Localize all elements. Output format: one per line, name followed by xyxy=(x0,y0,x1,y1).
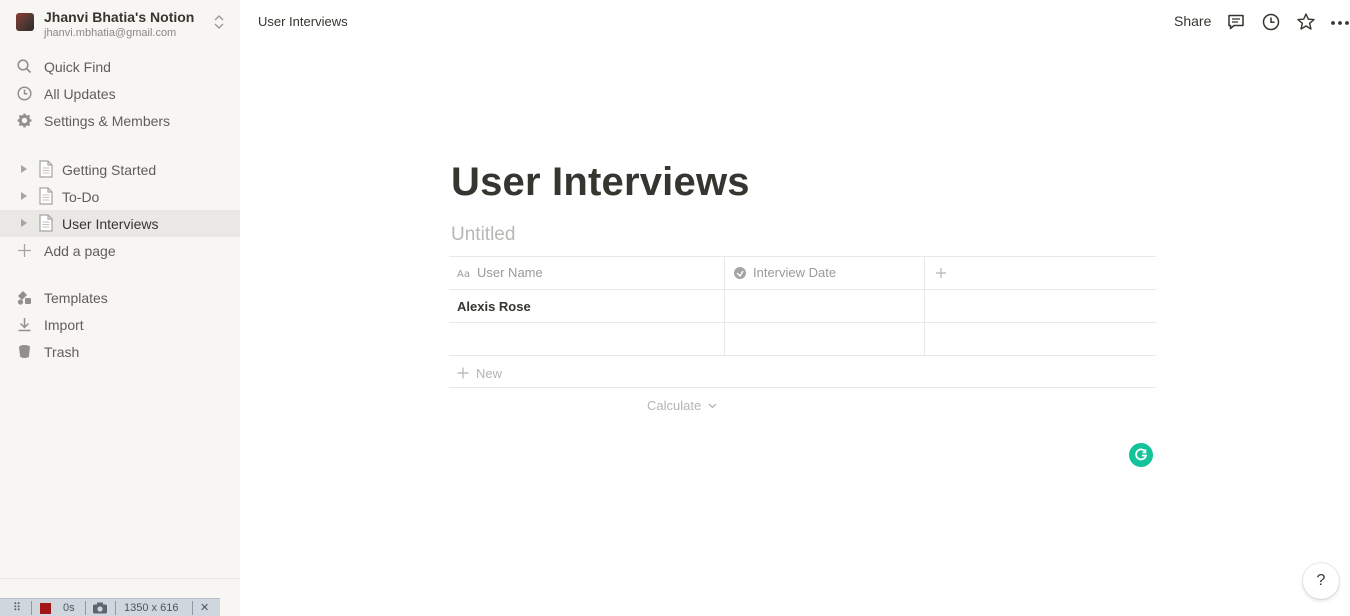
sidebar-item-quick-find[interactable]: Quick Find xyxy=(0,53,240,80)
add-property-plus-icon[interactable] xyxy=(934,266,948,280)
sidebar-item-label: Settings & Members xyxy=(44,113,171,129)
sidebar-item-label: Quick Find xyxy=(44,59,111,75)
caret-right-icon[interactable] xyxy=(19,218,29,228)
grammarly-g-icon xyxy=(1135,448,1148,461)
add-page-label: Add a page xyxy=(44,243,116,259)
close-icon[interactable]: ✕ xyxy=(200,601,209,614)
grammarly-button[interactable] xyxy=(1129,443,1153,467)
notion-app: Jhanvi Bhatia's Notion jhanvi.mbhatia@gm… xyxy=(0,0,1350,616)
new-row-label: New xyxy=(476,366,503,381)
sidebar-item-settings[interactable]: Settings & Members xyxy=(0,107,240,134)
workspace-email: jhanvi.mbhatia@gmail.com xyxy=(44,27,177,39)
divider xyxy=(449,322,1156,323)
svg-text:Aa: Aa xyxy=(457,269,470,280)
workspace-switcher[interactable]: Jhanvi Bhatia's Notion jhanvi.mbhatia@gm… xyxy=(0,0,240,44)
stop-record-icon[interactable] xyxy=(40,603,51,614)
divider xyxy=(85,601,86,615)
cell-user-name[interactable]: Alexis Rose xyxy=(457,299,531,314)
sidebar-item-label: Import xyxy=(44,317,84,333)
column-header-label: User Name xyxy=(477,265,543,280)
record-timer: 0s xyxy=(63,602,75,614)
screen-recorder-bar: ⠿ 0s 1350 x 616 ✕ xyxy=(0,598,220,616)
sidebar-divider xyxy=(0,578,240,579)
sidebar-page-getting-started[interactable]: Getting Started xyxy=(0,156,240,183)
sidebar-page-label: To-Do xyxy=(62,189,100,205)
divider xyxy=(115,601,116,615)
breadcrumb[interactable]: User Interviews xyxy=(258,14,348,29)
camera-icon[interactable] xyxy=(92,602,108,614)
sidebar-item-trash[interactable]: Trash xyxy=(0,338,240,365)
workspace-name: Jhanvi Bhatia's Notion xyxy=(44,9,195,25)
divider xyxy=(192,601,193,615)
search-icon xyxy=(17,59,32,74)
column-header-label: Interview Date xyxy=(753,265,837,280)
divider xyxy=(449,387,1156,388)
calculate-label: Calculate xyxy=(647,398,702,413)
sidebar-item-label: Trash xyxy=(44,344,80,360)
trash-icon xyxy=(19,345,30,358)
database-title[interactable]: Untitled xyxy=(451,224,515,246)
caret-right-icon[interactable] xyxy=(19,164,29,174)
divider xyxy=(924,256,925,355)
page-icon xyxy=(39,160,53,178)
history-clock-icon[interactable] xyxy=(1261,12,1281,32)
chevron-up-down-icon xyxy=(214,15,224,29)
share-button[interactable]: Share xyxy=(1174,13,1211,29)
text-property-icon: Aa xyxy=(457,269,470,280)
sidebar-page-label: User Interviews xyxy=(62,216,159,232)
date-property-icon xyxy=(734,267,746,279)
clock-icon xyxy=(17,86,32,101)
templates-icon xyxy=(17,291,31,305)
star-icon[interactable] xyxy=(1296,12,1316,32)
import-icon xyxy=(18,318,31,332)
plus-icon xyxy=(457,367,469,379)
gear-icon xyxy=(17,113,32,128)
calculate-button[interactable]: Calculate xyxy=(647,398,717,413)
sidebar-item-label: Templates xyxy=(44,290,108,306)
divider xyxy=(449,355,1156,356)
page-icon xyxy=(39,214,53,232)
add-page-button[interactable]: Add a page xyxy=(0,237,240,264)
sidebar-item-import[interactable]: Import xyxy=(0,311,240,338)
record-size: 1350 x 616 xyxy=(124,602,179,614)
divider xyxy=(31,601,32,615)
caret-right-icon[interactable] xyxy=(19,191,29,201)
chevron-down-icon xyxy=(708,403,717,409)
page-title[interactable]: User Interviews xyxy=(451,160,750,205)
sidebar-item-templates[interactable]: Templates xyxy=(0,284,240,311)
divider xyxy=(449,289,1156,290)
sidebar-item-all-updates[interactable]: All Updates xyxy=(0,80,240,107)
page-icon xyxy=(39,187,53,205)
plus-icon xyxy=(18,244,31,257)
sidebar: Jhanvi Bhatia's Notion jhanvi.mbhatia@gm… xyxy=(0,0,240,616)
more-options-icon[interactable] xyxy=(1330,12,1350,32)
help-button[interactable]: ? xyxy=(1303,563,1339,599)
sidebar-page-to-do[interactable]: To-Do xyxy=(0,183,240,210)
divider xyxy=(724,256,725,355)
sidebar-page-label: Getting Started xyxy=(62,162,157,178)
drag-handle-icon[interactable]: ⠿ xyxy=(13,601,21,614)
divider xyxy=(449,256,1156,257)
comment-icon[interactable] xyxy=(1226,12,1246,32)
workspace-avatar xyxy=(16,13,34,31)
sidebar-page-user-interviews[interactable]: User Interviews xyxy=(0,210,240,237)
sidebar-item-label: All Updates xyxy=(44,86,116,102)
